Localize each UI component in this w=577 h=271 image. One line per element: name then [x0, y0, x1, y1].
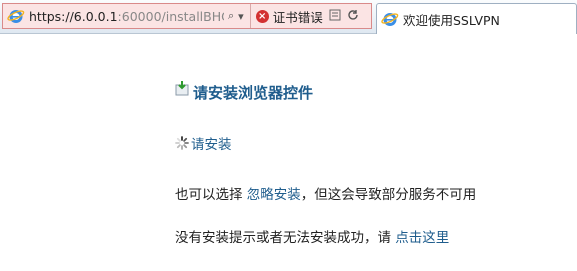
ignore-prefix: 也可以选择 — [175, 187, 247, 203]
tab-ie-icon — [381, 10, 399, 28]
cert-error-label: 证书错误 — [272, 9, 323, 25]
ignore-install-link[interactable]: 忽略安装 — [247, 187, 301, 203]
page-title: 请安装浏览器控件 — [175, 81, 314, 103]
search-icon[interactable]: ⌕ — [228, 9, 234, 23]
ignore-suffix: ，但这会导致部分服务不可用 — [300, 187, 477, 203]
ie-icon — [7, 7, 25, 25]
download-icon — [175, 81, 189, 96]
url-text[interactable]: https://6.0.0.1:60000/installBHO.h — [29, 9, 224, 24]
cert-error-icon: × — [255, 9, 269, 23]
tab-sslvpn[interactable]: 欢迎使用SSLVPN — [376, 3, 577, 34]
refresh-icon[interactable] — [347, 9, 359, 24]
click-here-link[interactable]: 点击这里 — [395, 230, 449, 246]
tab-title: 欢迎使用SSLVPN — [403, 12, 500, 28]
fallback-line: 没有安装提示或者无法安装成功，请 点击这里 — [175, 226, 449, 246]
compat-icon[interactable] — [329, 9, 341, 24]
ignore-line: 也可以选择 忽略安装，但这会导致部分服务不可用 — [175, 183, 476, 203]
browser-chrome: https://6.0.0.1:60000/installBHO.h ⌕ ▾ ×… — [0, 0, 577, 34]
install-link[interactable]: 请安装 — [191, 133, 232, 153]
address-bar[interactable]: https://6.0.0.1:60000/installBHO.h ⌕ ▾ ×… — [2, 3, 372, 29]
cert-error-button[interactable]: × 证书错误 — [249, 4, 323, 28]
loading-spinner-icon — [175, 136, 189, 150]
heading-text: 请安装浏览器控件 — [193, 84, 314, 102]
dropdown-icon[interactable]: ▾ — [238, 10, 244, 23]
install-row: 请安装 — [175, 133, 232, 153]
fallback-prefix: 没有安装提示或者无法安装成功，请 — [175, 230, 396, 246]
page-content: 请安装浏览器控件 请安装 也可以选择 忽略安装，但这会导致部分服务不可用 没有安… — [0, 35, 577, 271]
